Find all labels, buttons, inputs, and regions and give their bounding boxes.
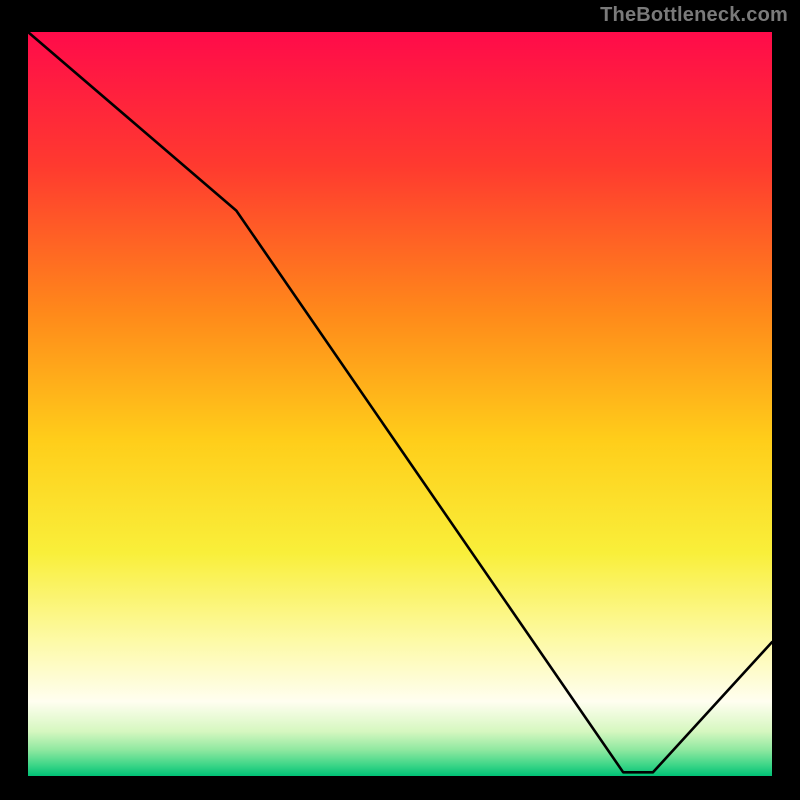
plot-frame — [24, 28, 776, 780]
watermark-text: TheBottleneck.com — [600, 4, 788, 27]
bottleneck-curve-line — [28, 32, 772, 772]
plot-line-layer — [28, 32, 772, 776]
chart-stage: TheBottleneck.com — [0, 0, 800, 800]
